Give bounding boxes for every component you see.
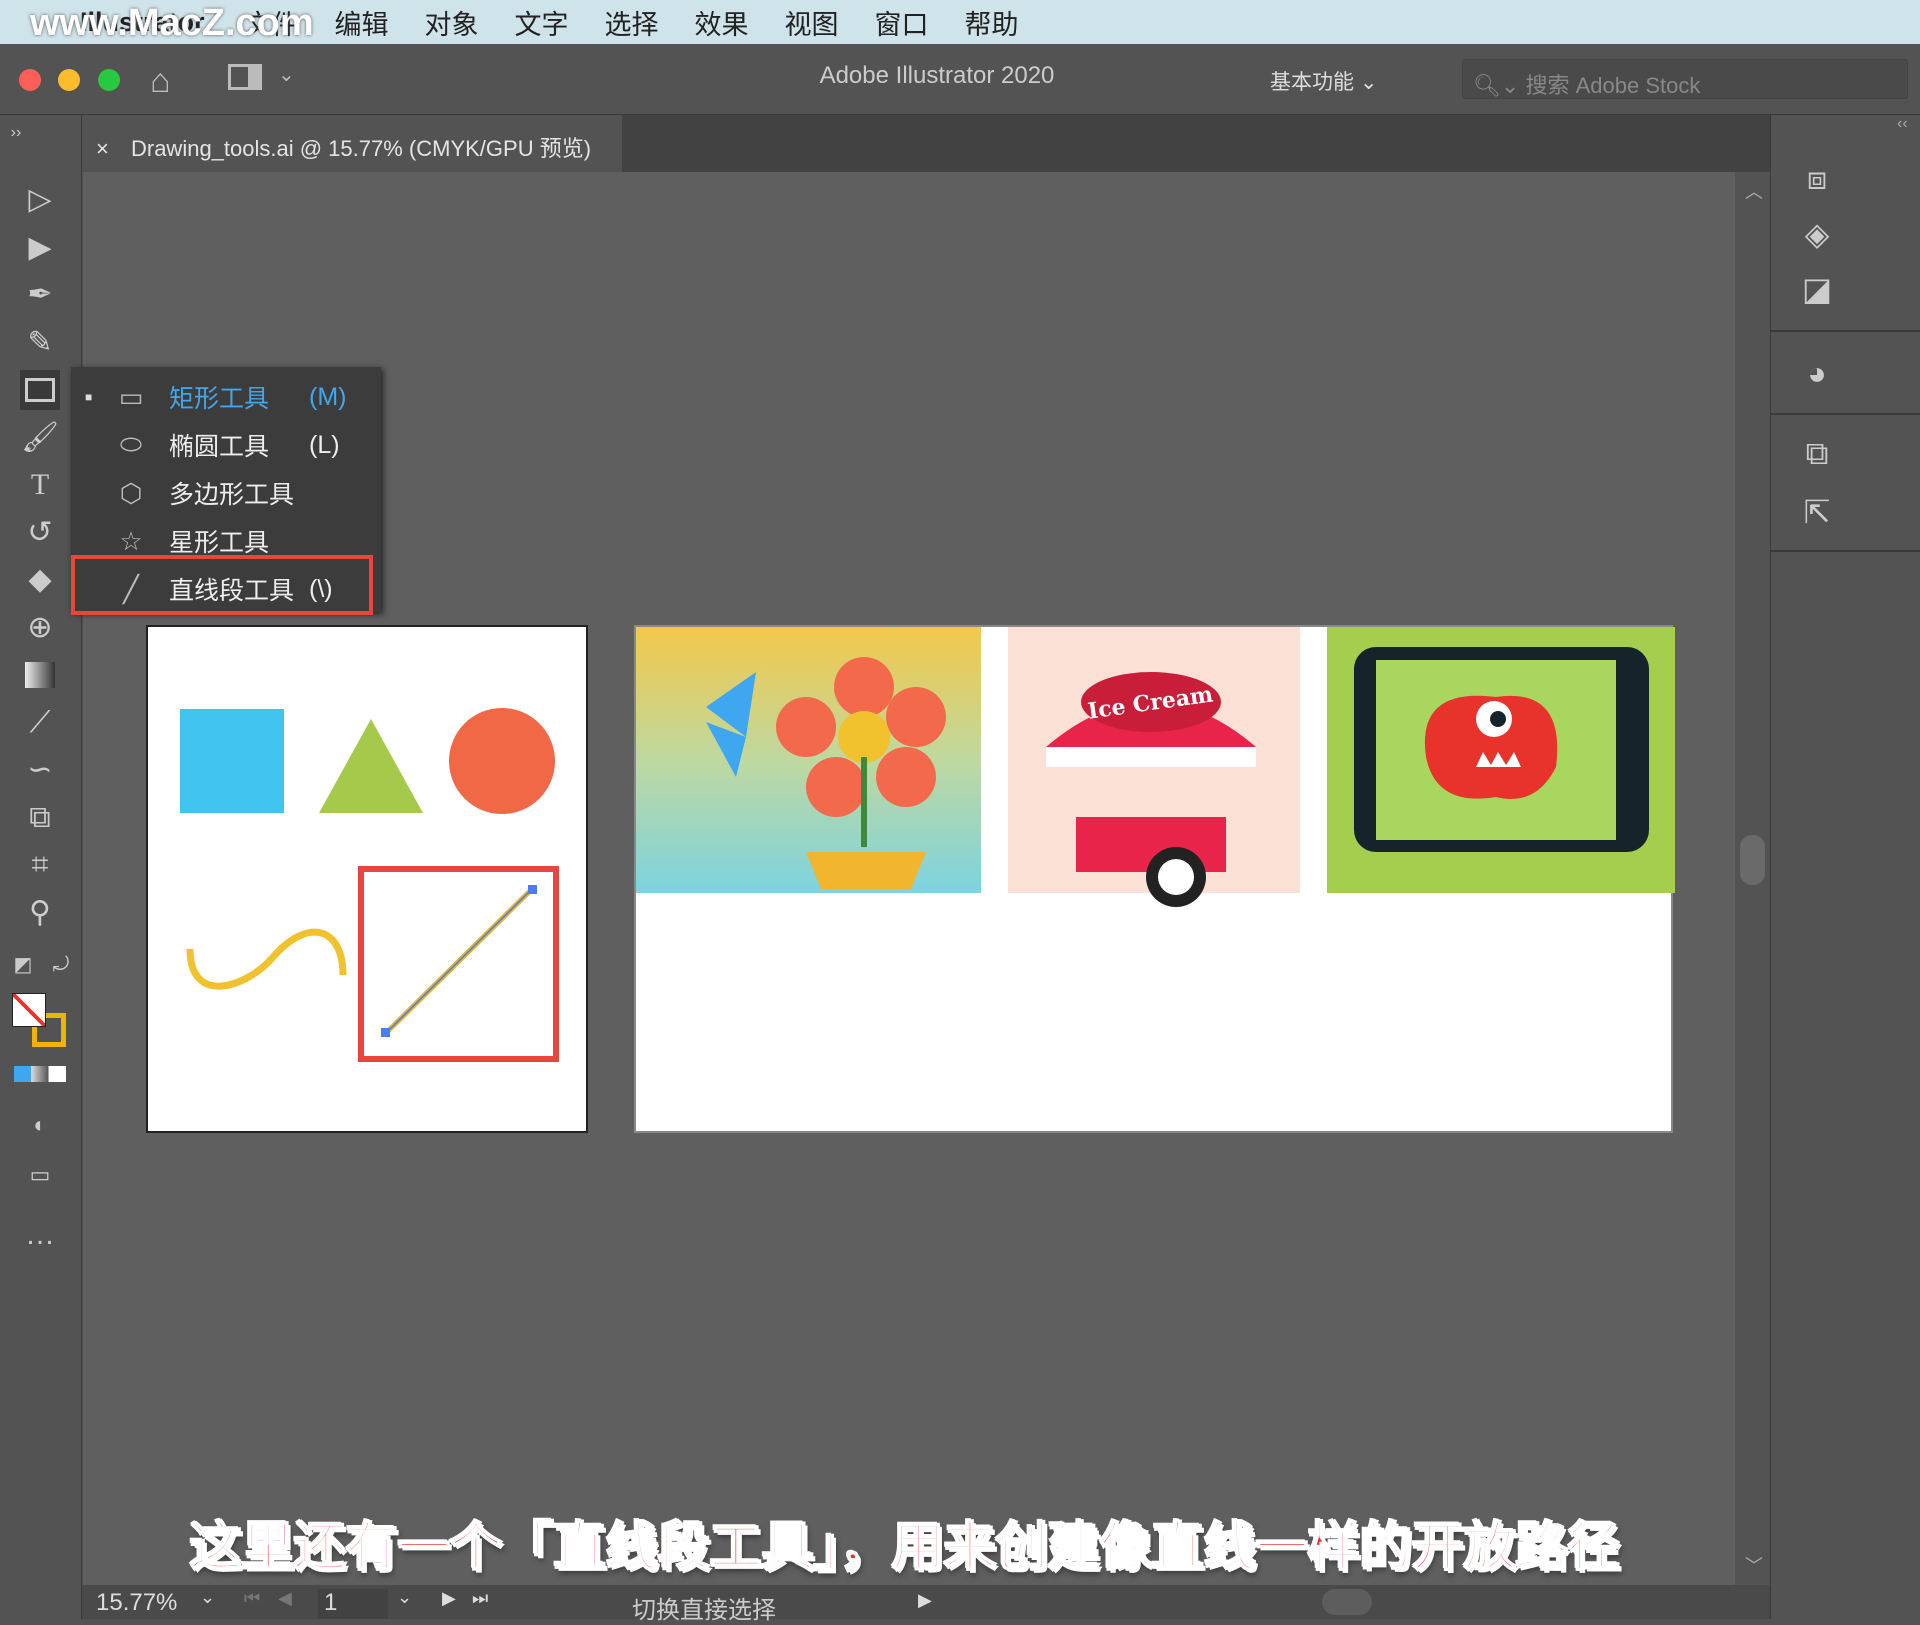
hscroll-thumb[interactable] bbox=[1322, 1589, 1372, 1615]
edit-toolbar-icon[interactable]: … bbox=[20, 1215, 60, 1255]
status-menu-icon[interactable]: ▶ bbox=[918, 1590, 932, 1611]
selection-tool-icon[interactable]: ▷ bbox=[20, 180, 60, 220]
export-panel-icon[interactable]: ⇱ bbox=[1795, 493, 1839, 537]
scrollbar-thumb[interactable] bbox=[1740, 835, 1765, 885]
flyout-label: 椭圆工具 bbox=[169, 433, 270, 461]
properties-panel-icon[interactable]: ◪ bbox=[1795, 270, 1839, 314]
shapes-artwork bbox=[180, 708, 559, 1062]
menu-view[interactable]: 视图 bbox=[785, 3, 839, 42]
collapse-panels-icon[interactable]: ‹‹ bbox=[1897, 115, 1908, 133]
menu-window[interactable]: 窗口 bbox=[875, 3, 929, 42]
artboard-number-field[interactable]: 1 bbox=[318, 1589, 388, 1619]
right-panel-dock: ‹‹ ⧈ ◈ ◪ ◕ ⧉ ⇱ bbox=[1770, 115, 1920, 1619]
menu-help[interactable]: 帮助 bbox=[965, 3, 1019, 42]
artboard-shapes[interactable] bbox=[146, 625, 588, 1133]
menu-type[interactable]: 文字 bbox=[515, 3, 569, 42]
horizontal-scrollbar[interactable] bbox=[952, 1585, 1732, 1619]
color-themes-panel-icon[interactable]: ◕ bbox=[1795, 355, 1839, 399]
gradient-tool-icon[interactable] bbox=[20, 655, 60, 695]
menu-select[interactable]: 选择 bbox=[605, 3, 659, 42]
default-colors-icon[interactable]: ◩ bbox=[8, 945, 38, 985]
star-icon: ☆ bbox=[119, 525, 143, 556]
workspace-switcher[interactable]: 基本功能 ⌄ bbox=[1270, 66, 1377, 96]
anchor-point bbox=[381, 1028, 390, 1037]
artboard-dropdown-icon[interactable]: ⌄ bbox=[397, 1587, 412, 1608]
type-tool-icon[interactable]: T bbox=[20, 465, 60, 505]
panel-divider bbox=[1771, 330, 1920, 332]
symbol-sprayer-tool-icon[interactable]: ⧉ bbox=[20, 798, 60, 838]
flyout-item-polygon[interactable]: ⬡ 多边形工具 bbox=[71, 469, 381, 517]
orange-circle bbox=[449, 708, 555, 814]
flyout-shortcut: (M) bbox=[309, 382, 347, 411]
zoom-dropdown-icon[interactable]: ⌄ bbox=[200, 1587, 215, 1608]
document-tab[interactable]: × Drawing_tools.ai @ 15.77% (CMYK/GPU 预览… bbox=[82, 115, 622, 172]
vertical-scrollbar[interactable]: ︿ ﹀ bbox=[1735, 172, 1770, 1585]
flyout-item-rectangle[interactable]: ■ ▭ 矩形工具 (M) bbox=[71, 373, 381, 421]
swap-colors-icon[interactable]: ⤾ bbox=[46, 945, 76, 985]
scroll-up-icon[interactable]: ︿ bbox=[1745, 178, 1763, 204]
libraries-panel-icon[interactable]: ⧈ bbox=[1795, 160, 1839, 204]
flyout-label: 矩形工具 bbox=[169, 385, 270, 413]
ellipse-icon: ⬭ bbox=[119, 429, 143, 459]
zoom-level-field[interactable]: 15.77% bbox=[96, 1589, 177, 1617]
fill-swatch[interactable] bbox=[12, 993, 46, 1027]
active-indicator: ■ bbox=[85, 390, 93, 404]
anchor-point bbox=[528, 885, 537, 894]
document-tab-title: Drawing_tools.ai @ 15.77% (CMYK/GPU 预览) bbox=[130, 136, 592, 161]
yellow-wave bbox=[186, 928, 347, 990]
stock-search-input[interactable]: 🔍︎⌄ 搜索 Adobe Stock bbox=[1462, 59, 1908, 99]
workspace-label: 基本功能 bbox=[1270, 71, 1354, 94]
search-placeholder: 搜索 Adobe Stock bbox=[1525, 73, 1701, 98]
shape-builder-tool-icon[interactable]: ⊕ bbox=[20, 608, 60, 648]
eraser-tool-icon[interactable]: ◆ bbox=[20, 560, 60, 600]
polygon-icon: ⬡ bbox=[119, 477, 143, 508]
document-tab-bar: × Drawing_tools.ai @ 15.77% (CMYK/GPU 预览… bbox=[82, 115, 1770, 172]
flyout-shortcut: (L) bbox=[309, 430, 340, 459]
flyout-label: 星形工具 bbox=[169, 529, 270, 557]
watermark: www.MacZ.com bbox=[30, 2, 314, 44]
zoom-tool-icon[interactable]: ⚲ bbox=[20, 893, 60, 933]
highlight-frame bbox=[71, 555, 373, 615]
direct-selection-tool-icon[interactable]: ▶ bbox=[20, 228, 60, 268]
search-icon: 🔍︎⌄ bbox=[1473, 73, 1526, 98]
pen-tool-icon[interactable]: ✒ bbox=[20, 275, 60, 315]
status-text[interactable]: 切换直接选择 bbox=[632, 1590, 776, 1625]
caption-subtitle: 这里还有一个「直线段工具」，用来创建像直线一样的开放路径 bbox=[189, 1518, 1621, 1578]
title-bar: ⌂ ⌄ Adobe Illustrator 2020 基本功能 ⌄ 🔍︎⌄ 搜索… bbox=[0, 44, 1920, 115]
collapse-toolbar-icon[interactable]: ›› bbox=[6, 113, 26, 153]
artboard-tool-icon[interactable]: ⌗ bbox=[20, 845, 60, 885]
status-bar: 15.77% ⌄ ⏮ ◀ 1 ⌄ ▶ ⏭ 切换直接选择 ▶ bbox=[82, 1585, 1770, 1624]
panel-divider bbox=[1771, 550, 1920, 552]
artboard-illustrations[interactable]: Ice Cream bbox=[634, 625, 1675, 1133]
screen-mode-icon[interactable]: ▭ bbox=[20, 1155, 60, 1195]
rectangle-tool-icon[interactable] bbox=[20, 370, 60, 410]
menu-effect[interactable]: 效果 bbox=[695, 3, 749, 42]
color-mode-buttons[interactable] bbox=[14, 1066, 66, 1082]
illustrations-artwork: Ice Cream bbox=[636, 627, 1675, 907]
artboards-panel-icon[interactable]: ⧉ bbox=[1795, 435, 1839, 479]
rotate-tool-icon[interactable]: ↺ bbox=[20, 513, 60, 553]
menu-object[interactable]: 对象 bbox=[425, 3, 479, 42]
next-artboard-button[interactable]: ▶ bbox=[442, 1588, 456, 1609]
blend-tool-icon[interactable]: ∽ bbox=[20, 750, 60, 790]
toolbar: ›› ▷ ▶ ✒ ✎ 🖌︎ T ↺ ◆ ⊕ ⟋ ∽ ⧉ ⌗ ⚲ ◩ ⤾ ◐ ▭ … bbox=[0, 115, 82, 1619]
curvature-tool-icon[interactable]: ✎ bbox=[20, 323, 60, 363]
first-artboard-button[interactable]: ⏮ bbox=[244, 1588, 260, 1609]
close-tab-icon[interactable]: × bbox=[96, 136, 109, 161]
last-artboard-button[interactable]: ⏭ bbox=[472, 1588, 488, 1609]
panel-divider bbox=[1771, 413, 1920, 415]
blue-square bbox=[180, 709, 284, 813]
previous-artboard-button[interactable]: ◀ bbox=[278, 1588, 292, 1609]
flyout-item-ellipse[interactable]: ⬭ 椭圆工具 (L) bbox=[71, 421, 381, 469]
menu-edit[interactable]: 编辑 bbox=[335, 3, 389, 42]
rectangle-icon: ▭ bbox=[118, 381, 144, 412]
drawing-mode-icon[interactable]: ◐ bbox=[20, 1105, 60, 1145]
flyout-label: 多边形工具 bbox=[169, 481, 295, 509]
layers-panel-icon[interactable]: ◈ bbox=[1795, 215, 1839, 259]
chevron-down-icon: ⌄ bbox=[1359, 71, 1378, 94]
green-triangle bbox=[319, 719, 423, 813]
eyedropper-tool-icon[interactable]: ⟋ bbox=[20, 703, 60, 743]
paintbrush-tool-icon[interactable]: 🖌︎ bbox=[20, 418, 60, 458]
